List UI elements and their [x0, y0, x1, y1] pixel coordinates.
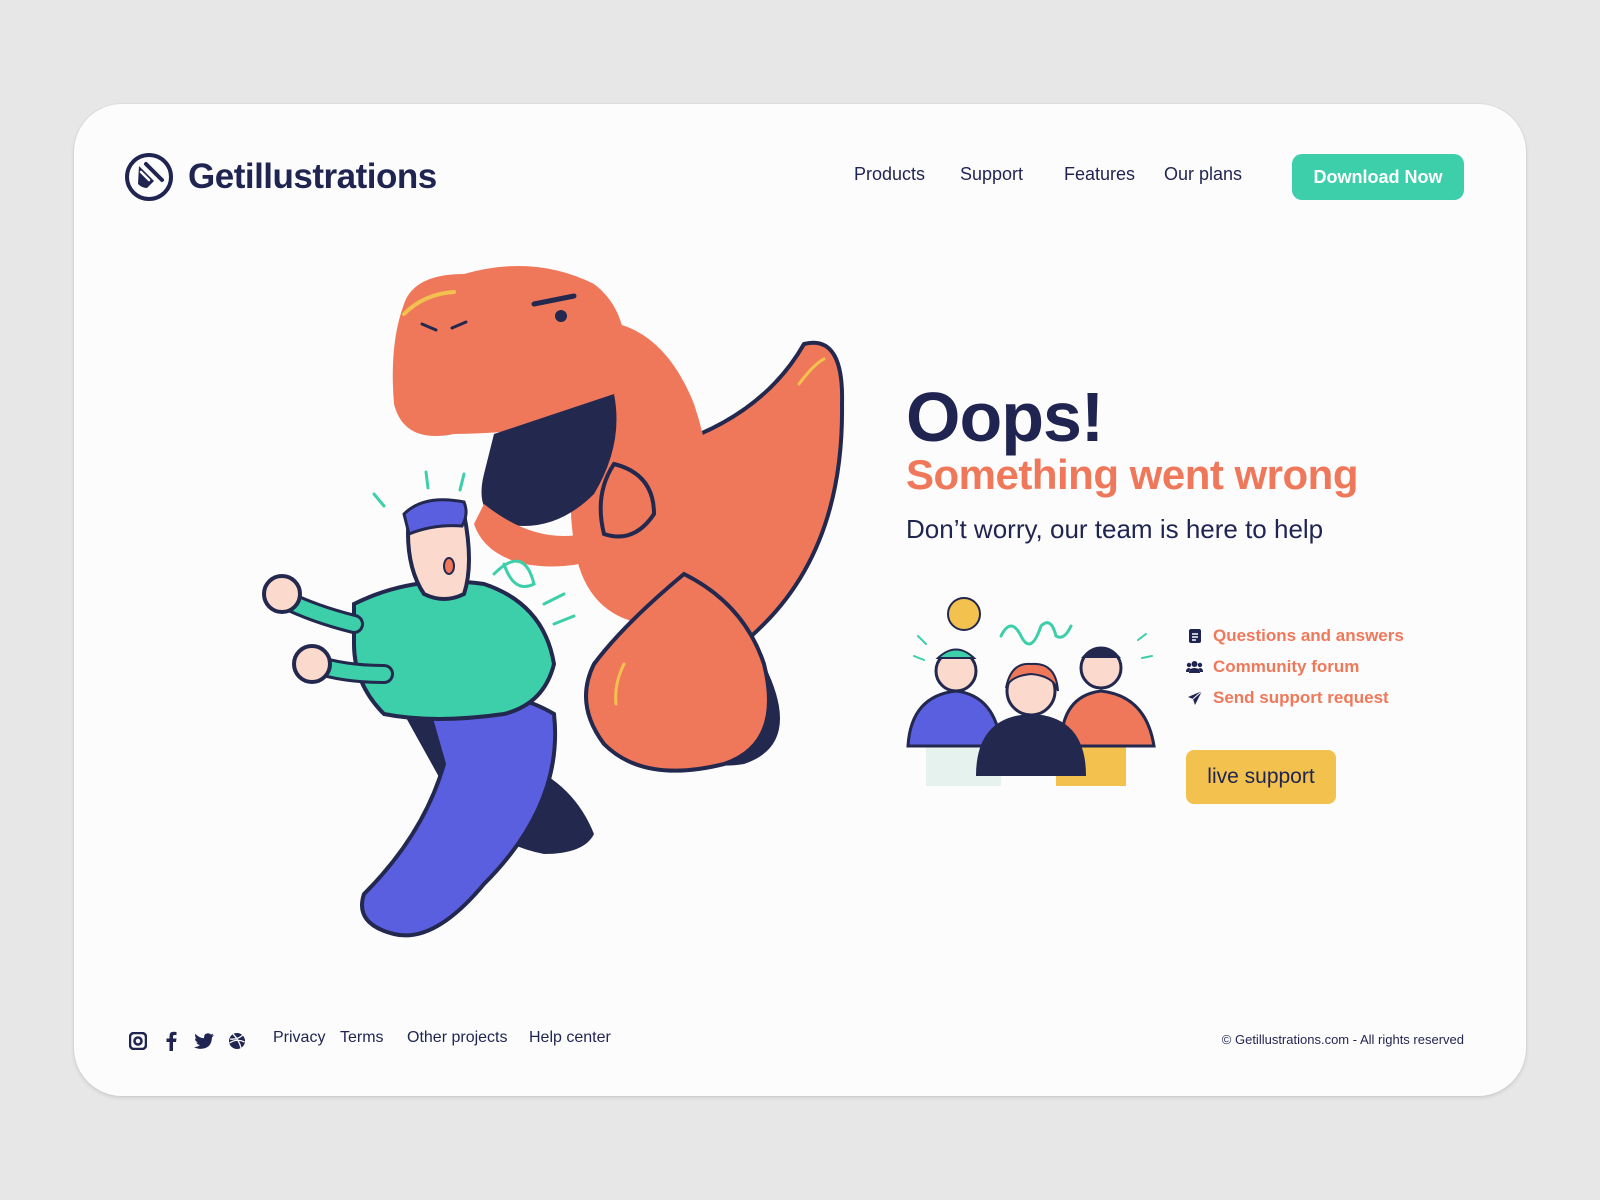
support-links: Questions and answers Community forum Se… [1186, 620, 1404, 713]
page-card: Getillustrations Products Support Featur… [74, 104, 1526, 1096]
support-link-label: Community forum [1213, 656, 1360, 676]
dinosaur-chase-illustration [262, 266, 845, 938]
download-now-button[interactable]: Download Now [1292, 154, 1464, 200]
brand-name: Getillustrations [188, 157, 437, 196]
copyright-notice: © Getillustrations.com - All rights rese… [1221, 1032, 1464, 1047]
support-link-label: Questions and answers [1213, 625, 1404, 645]
footer-link-privacy[interactable]: Privacy [273, 1029, 325, 1047]
facebook-icon[interactable] [161, 1031, 181, 1051]
paper-plane-icon [1186, 689, 1203, 706]
dribbble-icon[interactable] [227, 1031, 247, 1051]
footer-link-terms[interactable]: Terms [340, 1029, 384, 1047]
nav-item-products[interactable]: Products [854, 164, 925, 185]
nav-item-our-plans[interactable]: Our plans [1164, 164, 1242, 185]
support-team-illustration [906, 597, 1156, 786]
nav-item-support[interactable]: Support [960, 164, 1023, 185]
live-support-button[interactable]: live support [1186, 750, 1336, 804]
footer-link-other-projects[interactable]: Other projects [407, 1029, 507, 1047]
social-links [128, 1031, 247, 1051]
pen-nib-logo-icon [125, 153, 173, 201]
questions-answers-link[interactable]: Questions and answers [1186, 620, 1404, 651]
document-icon [1186, 627, 1203, 644]
twitter-icon[interactable] [194, 1031, 214, 1051]
error-subtitle: Something went wrong [906, 451, 1358, 498]
nav-item-features[interactable]: Features [1064, 164, 1135, 185]
brand-logo[interactable]: Getillustrations [124, 152, 437, 202]
people-icon [1186, 658, 1203, 675]
footer-link-help-center[interactable]: Help center [529, 1029, 611, 1047]
instagram-icon[interactable] [128, 1031, 148, 1051]
page-title: Oops! [906, 378, 1104, 456]
support-link-label: Send support request [1213, 687, 1389, 707]
support-tagline: Don’t worry, our team is here to help [906, 514, 1324, 544]
send-support-request-link[interactable]: Send support request [1186, 682, 1404, 713]
community-forum-link[interactable]: Community forum [1186, 651, 1404, 682]
